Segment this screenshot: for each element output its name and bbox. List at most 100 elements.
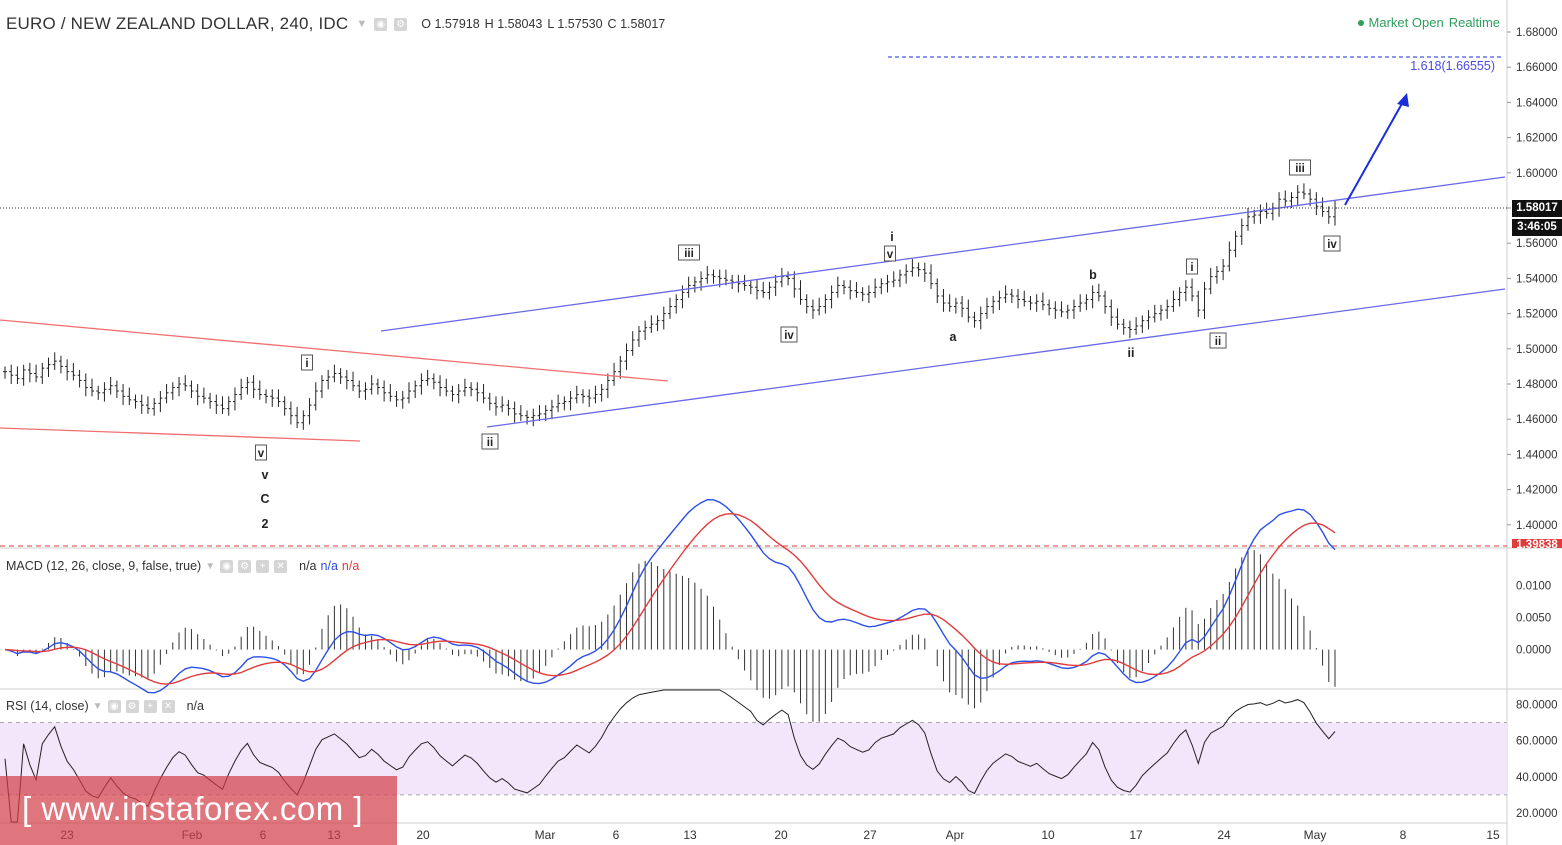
- candle: [1127, 320, 1132, 339]
- candle: [1183, 280, 1188, 302]
- candle: [649, 315, 654, 333]
- time-tick-label: Apr: [946, 828, 965, 842]
- candle: [1233, 230, 1238, 258]
- candle: [145, 396, 150, 414]
- candle: [419, 373, 424, 395]
- chevron-down-icon[interactable]: ▼: [205, 561, 215, 572]
- candle: [916, 262, 921, 277]
- rsi-value: n/a: [186, 699, 204, 713]
- ohlc-readout: O 1.57918 H 1.58043 L 1.57530 C 1.58017: [421, 17, 665, 31]
- candle: [873, 278, 878, 298]
- candle: [1264, 202, 1269, 219]
- candle: [1090, 285, 1095, 309]
- candle: [984, 297, 989, 319]
- visibility-icon[interactable]: ◉: [220, 559, 234, 573]
- add-icon[interactable]: +: [143, 699, 157, 713]
- candle: [1158, 304, 1163, 321]
- candle: [817, 297, 822, 316]
- candle: [512, 401, 517, 423]
- rsi-title[interactable]: RSI (14, close): [6, 699, 89, 713]
- candle: [1320, 197, 1325, 217]
- macd-tick-label: 0.0100: [1516, 581, 1551, 593]
- candle: [232, 387, 237, 411]
- candle: [170, 382, 175, 400]
- candle: [935, 278, 940, 304]
- candle: [1283, 190, 1288, 207]
- candle: [562, 396, 567, 411]
- time-tick-label: 10: [1041, 828, 1055, 842]
- candle: [363, 382, 368, 400]
- chevron-down-icon[interactable]: ▼: [93, 701, 103, 712]
- candle: [90, 378, 95, 397]
- candle: [692, 276, 697, 293]
- candle: [1028, 296, 1033, 311]
- candle: [21, 364, 26, 386]
- price-tick-label: 1.62000: [1516, 133, 1558, 145]
- candle: [208, 392, 213, 409]
- macd-title[interactable]: MACD (12, 26, close, 9, false, true): [6, 559, 201, 573]
- candle: [518, 405, 523, 421]
- price-chart[interactable]: 1.68000 1.66000 1.64000 1.62000 1.60000 1.580…: [0, 0, 1562, 845]
- wave-label-boxed: ii: [481, 433, 499, 450]
- candle: [183, 375, 188, 392]
- candle: [1034, 294, 1039, 312]
- candle: [636, 325, 641, 348]
- candle: [58, 355, 63, 374]
- settings-icon[interactable]: ⚙: [125, 699, 139, 713]
- add-icon[interactable]: +: [256, 559, 270, 573]
- candle: [425, 369, 430, 386]
- status-dot-icon: [1357, 19, 1364, 26]
- chevron-down-icon[interactable]: ▼: [356, 18, 367, 30]
- time-tick-label: Mar: [535, 828, 556, 842]
- wave-label-plain: i: [890, 230, 893, 244]
- time-tick-label: 20: [416, 828, 430, 842]
- candle: [500, 396, 505, 413]
- close-icon[interactable]: ✕: [161, 699, 175, 713]
- time-tick-label: 27: [863, 828, 877, 842]
- candle: [953, 297, 958, 314]
- candle: [842, 280, 847, 295]
- candle: [848, 280, 853, 300]
- candle: [549, 399, 554, 420]
- candle: [34, 364, 39, 383]
- candle: [779, 267, 784, 288]
- candle: [891, 271, 896, 288]
- candle: [860, 287, 865, 302]
- symbol-title[interactable]: EURO / NEW ZEALAND DOLLAR, 240, IDC: [6, 14, 348, 34]
- candle: [755, 280, 760, 300]
- macd-header: MACD (12, 26, close, 9, false, true) ▼ ◉…: [6, 559, 359, 573]
- candle: [742, 274, 747, 291]
- candle: [1140, 315, 1145, 333]
- settings-icon[interactable]: ⚙: [238, 559, 252, 573]
- price-tick-label: 1.66000: [1516, 62, 1558, 74]
- wave-label-boxed: i: [1186, 258, 1198, 275]
- wave-label-text: v: [258, 448, 265, 460]
- candle: [804, 294, 809, 314]
- close-icon[interactable]: ✕: [274, 559, 288, 573]
- candle: [1078, 294, 1083, 312]
- candle: [52, 352, 57, 370]
- candle: [108, 376, 113, 395]
- candle: [661, 306, 666, 330]
- wave-label-boxed: iv: [780, 326, 798, 343]
- candle: [102, 382, 107, 402]
- candle: [835, 276, 840, 298]
- candle: [947, 294, 952, 312]
- candle: [1165, 299, 1170, 319]
- visibility-icon[interactable]: ◉: [107, 699, 121, 713]
- candle: [624, 343, 629, 370]
- wave-label-plain: a: [950, 330, 958, 344]
- macd-histogram: [10, 549, 1336, 722]
- candle: [96, 385, 101, 400]
- candle: [1040, 292, 1045, 311]
- settings-icon[interactable]: ⚙: [394, 17, 408, 31]
- candle: [1270, 202, 1275, 221]
- stop-level-badge: 1.39838: [1512, 539, 1562, 548]
- visibility-icon[interactable]: ◉: [374, 17, 388, 31]
- candle: [929, 264, 934, 289]
- market-status: Market Open Realtime: [1357, 15, 1500, 30]
- candle: [1096, 283, 1101, 302]
- candle: [1134, 317, 1139, 335]
- candle: [829, 285, 834, 309]
- projection-arrow: [1344, 99, 1405, 206]
